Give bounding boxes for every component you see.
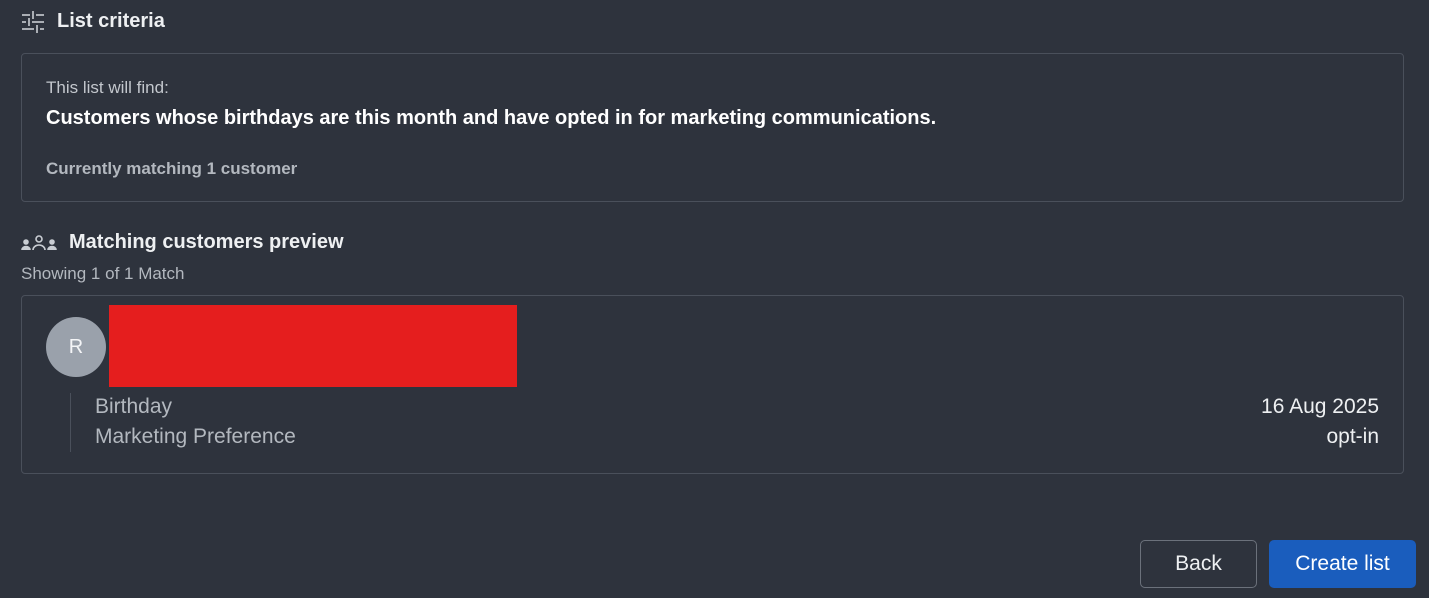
detail-row-birthday: Birthday 16 Aug 2025 [95,395,1379,419]
section-title: List criteria [57,10,165,32]
detail-label: Birthday [95,395,173,418]
section-title: Matching customers preview [69,231,344,253]
showing-count: Showing 1 of 1 Match [21,264,185,283]
detail-label: Marketing Preference [95,425,296,448]
avatar: R [46,317,106,377]
detail-divider [70,393,71,452]
matching-count: Currently matching 1 customer [46,159,298,178]
users-group-icon [21,234,57,251]
criteria-card: This list will find: Customers whose bir… [21,53,1404,202]
criteria-description: Customers whose birthdays are this month… [46,107,937,129]
customer-card: R Birthday 16 Aug 2025 Marketing Prefere… [21,295,1404,474]
sliders-icon [21,10,45,33]
criteria-intro: This list will find: [46,78,169,97]
detail-value: opt-in [1326,425,1379,448]
detail-value: 16 Aug 2025 [1261,395,1379,418]
preview-header: Matching customers preview [21,231,344,254]
redacted-customer-name [109,305,517,387]
create-list-button[interactable]: Create list [1269,540,1416,588]
detail-row-marketing-preference: Marketing Preference opt-in [95,425,1379,449]
list-criteria-header: List criteria [21,10,165,33]
back-button[interactable]: Back [1140,540,1257,588]
avatar-initial: R [68,335,84,358]
